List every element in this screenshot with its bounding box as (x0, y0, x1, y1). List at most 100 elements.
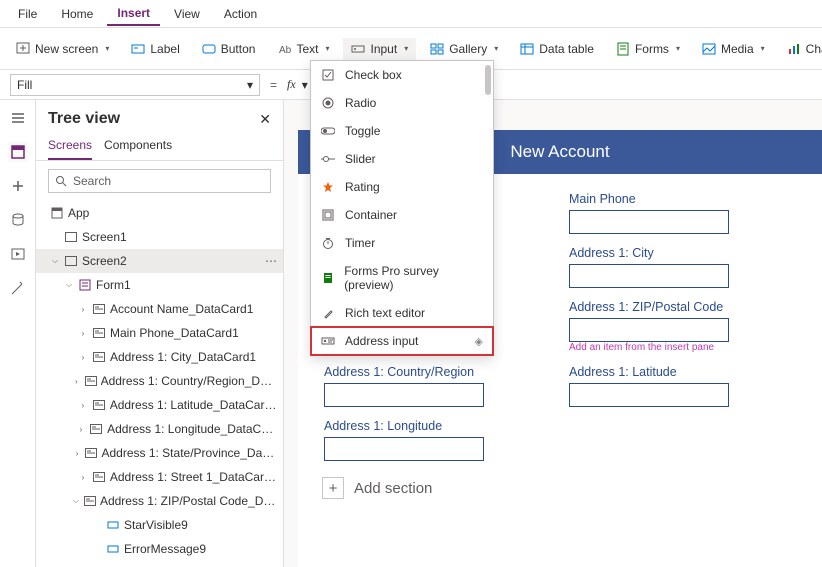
chevron-down-icon: ▾ (494, 44, 498, 53)
datatable-button[interactable]: Data table (512, 38, 602, 60)
dropdown-item-forms[interactable]: Forms Pro survey (preview) (311, 257, 493, 299)
timer-icon (321, 236, 335, 250)
tree-item[interactable]: › Address 1: Latitude_DataCard1 (36, 393, 283, 417)
gallery-button[interactable]: Gallery ▾ (422, 38, 506, 60)
menu-file[interactable]: File (8, 3, 47, 25)
media-button[interactable]: Media ▾ (694, 38, 773, 60)
dropdown-item-container[interactable]: Container (311, 201, 493, 229)
hamburger-icon[interactable] (10, 110, 26, 126)
dropdown-item-label: Radio (345, 96, 376, 110)
search-input[interactable]: Search (48, 169, 271, 193)
input-button[interactable]: Input ▾ (343, 38, 416, 60)
tree-item[interactable]: ErrorMessage9 (36, 537, 283, 561)
form-icon (78, 279, 92, 291)
tree-item[interactable]: ⌵Screen2⋯ (36, 249, 283, 273)
dropdown-item-toggle[interactable]: Toggle (311, 117, 493, 145)
field-input[interactable] (569, 383, 729, 407)
svg-text:Ab: Ab (279, 45, 291, 56)
tree-app[interactable]: App (36, 201, 283, 225)
dropdown-item-rich[interactable]: Rich text editor (311, 299, 493, 327)
field-input[interactable] (324, 383, 484, 407)
add-section[interactable]: + Add section (298, 467, 822, 509)
menu-view[interactable]: View (164, 3, 210, 25)
button-button[interactable]: Button (194, 38, 264, 60)
tree-item[interactable]: DataCardValue9 (36, 561, 283, 567)
field-input[interactable] (569, 318, 729, 342)
field-hint: Add an item from the insert pane (569, 342, 796, 353)
card-icon (92, 471, 106, 483)
field-input[interactable] (324, 437, 484, 461)
tree-item[interactable]: ⌵Address 1: ZIP/Postal Code_DataCard1 (36, 489, 283, 513)
charts-button[interactable]: Charts ▾ (779, 38, 822, 60)
tree-item[interactable]: Screen1 (36, 225, 283, 249)
forms-button[interactable]: Forms ▾ (608, 38, 688, 60)
tree-item-label: StarVisible9 (124, 518, 188, 532)
dropdown-item-radio[interactable]: Radio (311, 89, 493, 117)
tree-item[interactable]: ›Address 1: Street 1_DataCard1 (36, 465, 283, 489)
tab-screens[interactable]: Screens (48, 132, 92, 160)
property-select[interactable]: Fill ▾ (10, 74, 260, 96)
database-rail-icon[interactable] (10, 212, 26, 228)
dropdown-item-timer[interactable]: Timer (311, 229, 493, 257)
field-input[interactable] (569, 264, 729, 288)
equals: = (270, 78, 277, 92)
address-icon (321, 334, 335, 348)
media-rail-icon[interactable] (10, 246, 26, 262)
dropdown-item-star[interactable]: Rating (311, 173, 493, 201)
chevron-down-icon: ▾ (105, 44, 109, 53)
tab-components[interactable]: Components (104, 132, 172, 160)
form-field[interactable]: Address 1: City (569, 246, 796, 288)
menu-home[interactable]: Home (51, 3, 103, 25)
card-icon (84, 495, 96, 507)
field-input[interactable] (569, 210, 729, 234)
form-field[interactable]: Main Phone (569, 192, 796, 234)
tree-item-label: Address 1: Country/Region_DataCard1 (101, 374, 277, 388)
tree-item-label: Address 1: ZIP/Postal Code_DataCard1 (100, 494, 277, 508)
new-screen-label: New screen (35, 42, 98, 56)
card-icon (92, 399, 106, 411)
more-icon[interactable]: ⋯ (265, 254, 277, 268)
tree-item[interactable]: ›Account Name_DataCard1 (36, 297, 283, 321)
text-button[interactable]: Ab Text ▾ (269, 38, 337, 60)
tools-rail-icon[interactable] (10, 280, 26, 296)
star-icon (321, 180, 335, 194)
form-field[interactable]: Address 1: Country/Region (324, 365, 551, 407)
plus-rail-icon[interactable] (10, 178, 26, 194)
form-field[interactable]: Address 1: Latitude (569, 365, 796, 407)
field-label: Address 1: City (569, 246, 796, 260)
menu-insert[interactable]: Insert (107, 2, 160, 26)
form-field[interactable]: Address 1: Longitude (324, 419, 551, 461)
search-icon (55, 175, 67, 187)
input-dropdown[interactable]: Check box Radio ToggleSliderRatingContaine… (310, 60, 494, 356)
close-icon[interactable]: ✕ (259, 111, 271, 128)
twisty-icon: › (78, 401, 88, 410)
tree-item-label: ErrorMessage9 (124, 542, 206, 556)
tree-item[interactable]: ›Address 1: City_DataCard1 (36, 345, 283, 369)
twisty-icon: › (78, 329, 88, 338)
form-field[interactable] (569, 419, 796, 461)
forms-btn-label: Forms (635, 42, 669, 56)
tree-item-label: Address 1: Latitude_DataCard1 (110, 398, 277, 412)
text-icon: Ab (277, 42, 291, 56)
card-icon (85, 375, 97, 387)
tree-item-label: Address 1: Street 1_DataCard1 (110, 470, 277, 484)
tree-app-label: App (68, 206, 89, 220)
tree-item-label: Address 1: State/Province_DataCard1 (101, 446, 277, 460)
form-field[interactable]: Address 1: ZIP/Postal CodeAdd an item fr… (569, 300, 796, 353)
dropdown-item-address[interactable]: Address input◈ (311, 327, 493, 355)
tree-item[interactable]: ›Address 1: Longitude_DataCard1 (36, 417, 283, 441)
dropdown-item-check[interactable]: Check box (311, 61, 493, 89)
chevron-down-icon: ▾ (325, 44, 329, 53)
tree-item[interactable]: StarVisible9 (36, 513, 283, 537)
label-button[interactable]: Label (123, 38, 187, 60)
dropdown-item-slider[interactable]: Slider (311, 145, 493, 173)
tree-view-rail-icon[interactable] (10, 144, 26, 160)
menu-action[interactable]: Action (214, 3, 267, 25)
tree-item[interactable]: ›Address 1: Country/Region_DataCard1 (36, 369, 283, 393)
ctrl-icon (106, 519, 120, 531)
new-screen-button[interactable]: New screen ▾ (8, 38, 117, 60)
tree-item[interactable]: ⌵Form1 (36, 273, 283, 297)
tree-item[interactable]: ›Address 1: State/Province_DataCard1 (36, 441, 283, 465)
tree-item[interactable]: ›Main Phone_DataCard1 (36, 321, 283, 345)
media-btn-label: Media (721, 42, 754, 56)
